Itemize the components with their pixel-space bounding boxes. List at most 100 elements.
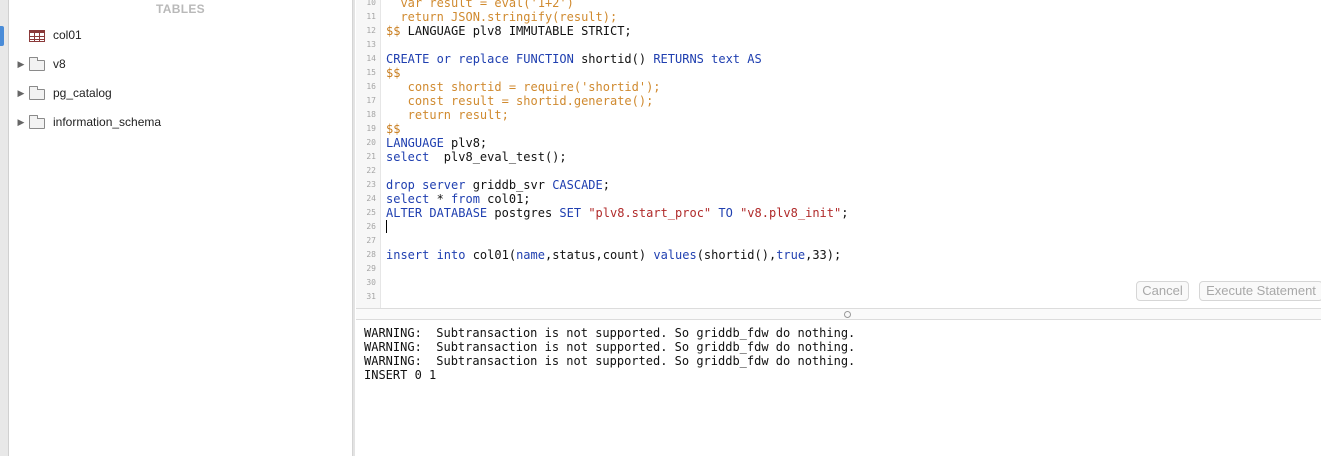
sidebar-item-col01[interactable]: col01: [9, 25, 82, 45]
code-line: const shortid = require('shortid');: [386, 80, 661, 94]
code-line: $$: [386, 66, 401, 80]
output-line: WARNING: Subtransaction is not supported…: [364, 354, 856, 368]
code-token: select: [386, 192, 430, 206]
table-icon: [29, 29, 46, 42]
sidebar-item-label: col01: [53, 28, 82, 42]
code-line: LANGUAGE plv8;: [386, 136, 487, 150]
cancel-button[interactable]: Cancel: [1136, 281, 1189, 301]
line-number: 19: [366, 124, 376, 133]
output-console: WARNING: Subtransaction is not supported…: [356, 320, 1321, 456]
sidebar-item-pg-catalog[interactable]: ▶ pg_catalog: [9, 83, 112, 103]
line-number: 20: [366, 138, 376, 147]
code-token: (shortid(),: [696, 248, 777, 262]
left-panel-edge: [0, 0, 9, 456]
editor-output-splitter[interactable]: [356, 308, 1321, 320]
disclosure-triangle-icon[interactable]: ▶: [16, 117, 26, 128]
line-number: 12: [366, 26, 376, 35]
line-number: 16: [366, 82, 376, 91]
selection-indicator: [0, 26, 4, 46]
line-number: 23: [366, 180, 376, 189]
line-number: 13: [366, 40, 376, 49]
code-line: var result = eval('1+2'): [386, 0, 574, 10]
code-line: ALTER DATABASE postgres SET "plv8.start_…: [386, 206, 848, 220]
sql-editor[interactable]: 10 11 12 13 14 15 16 17 18 19 20 21 22 2…: [356, 0, 1321, 308]
code-line: $$ LANGUAGE plv8 IMMUTABLE STRICT;: [386, 24, 632, 38]
code-line: return JSON.stringify(result);: [386, 10, 618, 24]
output-line: WARNING: Subtransaction is not supported…: [364, 340, 856, 354]
code-token: col01;: [479, 192, 531, 206]
sidebar-item-label: information_schema: [53, 115, 162, 129]
code-token: name: [516, 248, 545, 262]
sidebar-item-information-schema[interactable]: ▶ information_schema: [9, 112, 161, 132]
code-token: "v8.plv8_init": [740, 206, 842, 220]
sidebar-item-label: v8: [53, 57, 66, 71]
splitter-grip-icon: [844, 311, 851, 318]
code-token: select: [386, 150, 430, 164]
code-token: *: [429, 192, 452, 206]
code-token: LANGUAGE plv8 IMMUTABLE STRICT;: [400, 24, 632, 38]
folder-icon: [29, 114, 46, 129]
code-token: RETURNS text AS: [653, 52, 762, 66]
code-token: values: [653, 248, 697, 262]
disclosure-triangle-icon[interactable]: ▶: [16, 88, 26, 99]
line-number: 25: [366, 208, 376, 217]
code-token: "plv8.start_proc": [588, 206, 712, 220]
code-line: $$: [386, 122, 401, 136]
line-number: 31: [366, 292, 376, 301]
disclosure-triangle-icon[interactable]: ▶: [16, 59, 26, 70]
line-number: 30: [366, 278, 376, 287]
line-number: 11: [366, 12, 376, 21]
code-token: LANGUAGE: [386, 136, 444, 150]
code-token: SET: [559, 206, 582, 220]
code-token: from: [451, 192, 480, 206]
folder-icon: [29, 85, 46, 100]
code-token: ;: [602, 178, 610, 192]
code-token: ALTER DATABASE: [386, 206, 488, 220]
line-number: 28: [366, 250, 376, 259]
output-line: WARNING: Subtransaction is not supported…: [364, 326, 856, 340]
code-token: ,33);: [805, 248, 842, 262]
code-token: CASCADE: [552, 178, 603, 192]
tables-header: TABLES: [156, 2, 205, 16]
code-token: TO: [718, 206, 733, 220]
sidebar-item-v8[interactable]: ▶ v8: [9, 54, 66, 74]
line-number-gutter: 10 11 12 13 14 15 16 17 18 19 20 21 22 2…: [356, 0, 381, 308]
code-line: insert into col01(name,status,count) val…: [386, 248, 841, 262]
code-token: postgres: [487, 206, 560, 220]
code-line: return result;: [386, 108, 509, 122]
code-token: $$: [386, 24, 401, 38]
code-line: const result = shortid.generate();: [386, 94, 654, 108]
code-line: CREATE or replace FUNCTION shortid() RET…: [386, 52, 762, 66]
sidebar: TABLES col01 ▶ v8 ▶ pg_catalog ▶ informa…: [9, 0, 352, 456]
sidebar-resize-handle[interactable]: [352, 0, 355, 456]
code-token: CREATE or replace FUNCTION: [386, 52, 574, 66]
code-token: drop server: [386, 178, 466, 192]
line-number: 10: [366, 0, 376, 7]
folder-icon: [29, 56, 46, 71]
line-number: 18: [366, 110, 376, 119]
line-number: 29: [366, 264, 376, 273]
text-cursor: [386, 220, 387, 233]
code-token: insert into: [386, 248, 466, 262]
output-line: INSERT 0 1: [364, 368, 437, 382]
execute-statement-button[interactable]: Execute Statement: [1199, 281, 1321, 301]
line-number: 15: [366, 68, 376, 77]
code-token: plv8;: [443, 136, 488, 150]
code-token: ;: [841, 206, 849, 220]
code-token: true: [776, 248, 806, 262]
line-number: 14: [366, 54, 376, 63]
sidebar-item-label: pg_catalog: [53, 86, 112, 100]
code-line: select * from col01;: [386, 192, 531, 206]
code-token: shortid(): [573, 52, 654, 66]
code-token: griddb_svr: [465, 178, 553, 192]
line-number: 21: [366, 152, 376, 161]
code-line: drop server griddb_svr CASCADE;: [386, 178, 610, 192]
line-number: 24: [366, 194, 376, 203]
code-line: select plv8_eval_test();: [386, 150, 567, 164]
line-number: 26: [366, 222, 376, 231]
code-token: plv8_eval_test();: [429, 150, 567, 164]
code-token: col01(: [465, 248, 517, 262]
line-number: 22: [366, 166, 376, 175]
line-number: 17: [366, 96, 376, 105]
